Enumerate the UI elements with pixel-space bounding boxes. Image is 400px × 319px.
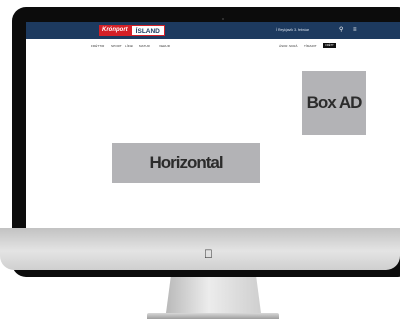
monitor-chin xyxy=(0,228,400,270)
site-logo[interactable]: Krónport ÍSLAND xyxy=(99,25,165,36)
monitor-stand-base xyxy=(147,313,279,319)
menu-icon[interactable]: ≡ xyxy=(353,26,357,34)
horizontal-ad[interactable]: Horizontal xyxy=(112,143,260,183)
nav-item[interactable]: VEÐUR xyxy=(159,44,170,48)
nav-item[interactable]: TÍMARIT xyxy=(304,44,317,48)
box-ad[interactable]: Box AD xyxy=(302,71,366,135)
nav-item[interactable]: SKRÁ xyxy=(289,44,298,48)
site-header: Krónport ÍSLAND Í Reykjavík 3. febrúar ⚲… xyxy=(26,22,400,39)
camera-dot xyxy=(222,18,224,20)
nav-item[interactable]: LÍFIÐ xyxy=(125,44,133,48)
monitor-stand xyxy=(166,277,261,313)
nav-item[interactable]: ÁSKR. xyxy=(279,44,289,48)
monitor-screen: Krónport ÍSLAND Í Reykjavík 3. febrúar ⚲… xyxy=(26,22,400,228)
logo-white-text: ÍSLAND xyxy=(130,25,165,36)
header-date: Í Reykjavík 3. febrúar xyxy=(276,28,310,32)
search-icon[interactable]: ⚲ xyxy=(339,26,343,34)
main-nav: FRÉTTIR SPORT LÍFIÐ MATUR VEÐUR ÁSKR. SK… xyxy=(26,43,400,50)
nav-item[interactable]: SPORT xyxy=(111,44,122,48)
apple-logo-icon:  xyxy=(204,248,213,260)
nav-button[interactable]: FRÉTT xyxy=(323,43,336,48)
logo-red-text: Krónport xyxy=(99,25,131,36)
nav-item[interactable]: FRÉTTIR xyxy=(91,44,104,48)
nav-item[interactable]: MATUR xyxy=(139,44,150,48)
